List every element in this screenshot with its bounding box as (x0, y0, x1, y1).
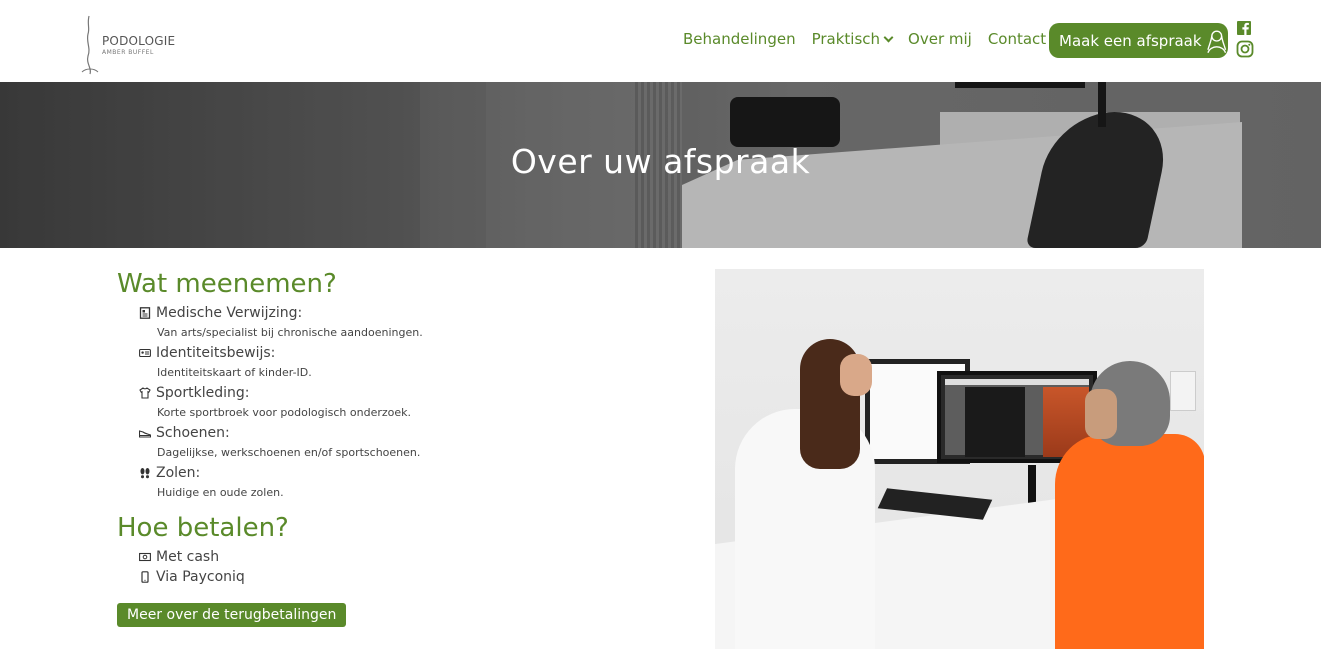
book-appointment-button[interactable]: Maak een afspraak (1049, 23, 1228, 58)
item-description: Korte sportbroek voor podologisch onderz… (157, 406, 411, 419)
site-header: PODOLOGIE AMBER BUFFEL Behandelingen Pra… (0, 0, 1321, 82)
photo-patient (1055, 434, 1204, 649)
phone-icon (141, 571, 149, 583)
list-item: Schoenen: Dagelijkse, werkschoenen en/of… (117, 423, 677, 463)
chevron-down-icon (883, 32, 894, 42)
item-title: Schoenen: (156, 425, 230, 441)
book-appointment-label: Maak een afspraak (1059, 31, 1202, 50)
shoe-icon (139, 430, 151, 438)
woman-icon (1206, 30, 1226, 53)
page-title: Over uw afspraak (510, 142, 811, 181)
section-title-bring: Wat meenemen? (117, 269, 337, 299)
nav-item-praktisch[interactable]: Praktisch (811, 30, 894, 48)
section-title-pay: Hoe betalen? (117, 513, 289, 543)
shirt-icon (139, 387, 151, 399)
logo[interactable]: PODOLOGIE AMBER BUFFEL (78, 14, 188, 76)
logo-subtitle: AMBER BUFFEL (102, 49, 154, 56)
logo-figure-icon (81, 15, 99, 75)
item-title: Met cash (156, 549, 220, 565)
photo-monitor-stand (1028, 465, 1036, 507)
main-nav: Behandelingen Praktisch Over mij Contact (683, 30, 1062, 48)
item-title: Zolen: (156, 465, 201, 481)
list-item: Medische Verwijzing: Van arts/specialist… (117, 303, 677, 343)
list-item: Via Payconiq (117, 567, 677, 587)
appointment-info: Wat meenemen? Medische Verwijzing: Van a… (117, 268, 677, 627)
item-description: Van arts/specialist bij chronische aando… (157, 326, 423, 339)
nav-label: Over mij (908, 30, 972, 48)
item-title: Medische Verwijzing: (156, 305, 303, 321)
consultation-photo (715, 269, 1204, 649)
item-title: Identiteitsbewijs: (156, 345, 276, 361)
reimbursement-button[interactable]: Meer over de terugbetalingen (117, 603, 347, 627)
logo-name: PODOLOGIE (102, 34, 176, 48)
nav-item-behandelingen[interactable]: Behandelingen (683, 30, 796, 48)
cash-icon (139, 552, 151, 562)
photo-light-switch (1170, 371, 1196, 411)
nav-label: Praktisch (811, 30, 881, 48)
nav-item-contact[interactable]: Contact (988, 30, 1046, 48)
item-title: Via Payconiq (156, 569, 245, 585)
bring-list: Medische Verwijzing: Van arts/specialist… (117, 303, 677, 503)
document-icon (139, 307, 151, 319)
instagram-icon[interactable] (1236, 40, 1254, 58)
list-item: Zolen: Huidige en oude zolen. (117, 463, 677, 503)
nav-item-over-mij[interactable]: Over mij (908, 30, 972, 48)
item-description: Identiteitskaart of kinder-ID. (157, 366, 312, 379)
nav-label: Contact (987, 30, 1047, 48)
photo-patient-face (1085, 389, 1117, 439)
social-links (1236, 20, 1254, 58)
hero-banner: Over uw afspraak (0, 82, 1321, 248)
list-item: Identiteitsbewijs: Identiteitskaart of k… (117, 343, 677, 383)
nav-label: Behandelingen (683, 30, 796, 48)
footprints-icon (140, 468, 150, 479)
facebook-icon[interactable] (1236, 20, 1252, 36)
item-description: Huidige en oude zolen. (157, 486, 284, 499)
item-title: Sportkleding: (156, 385, 250, 401)
pay-list: Met cash Via Payconiq (117, 547, 677, 587)
list-item: Sportkleding: Korte sportbroek voor podo… (117, 383, 677, 423)
item-description: Dagelijkse, werkschoenen en/of sportscho… (157, 446, 421, 459)
id-card-icon (139, 348, 151, 358)
photo-podiatrist-face (840, 354, 872, 396)
list-item: Met cash (117, 547, 677, 567)
